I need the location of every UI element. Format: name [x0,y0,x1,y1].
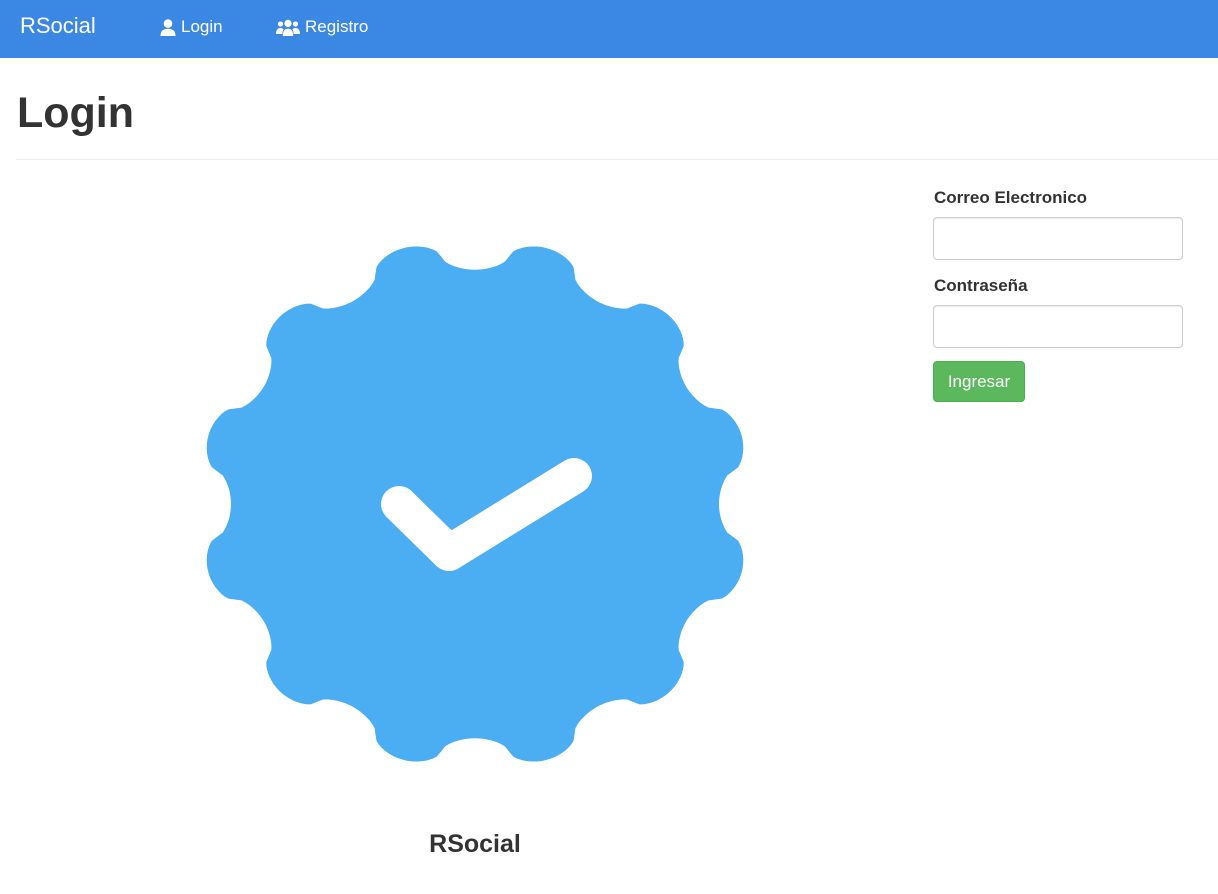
brand-link[interactable]: RSocial [20,13,96,39]
users-icon [276,19,300,36]
page-title: Login [17,89,135,137]
nav-link-login[interactable]: Login [160,16,223,38]
password-label: Contraseña [934,276,1028,295]
email-field[interactable] [933,217,1183,260]
password-field[interactable] [933,305,1183,348]
verified-badge-icon [187,228,763,781]
nav-link-login-label: Login [181,17,223,36]
page-divider [16,159,1218,160]
nav-link-registro[interactable]: Registro [276,16,368,38]
brand-caption: RSocial [429,830,521,858]
top-navbar: RSocial Login Registro [0,0,1218,58]
nav-link-registro-label: Registro [305,17,369,36]
submit-button[interactable]: Ingresar [933,361,1025,402]
user-icon [160,18,176,36]
email-label: Correo Electronico [934,188,1088,207]
